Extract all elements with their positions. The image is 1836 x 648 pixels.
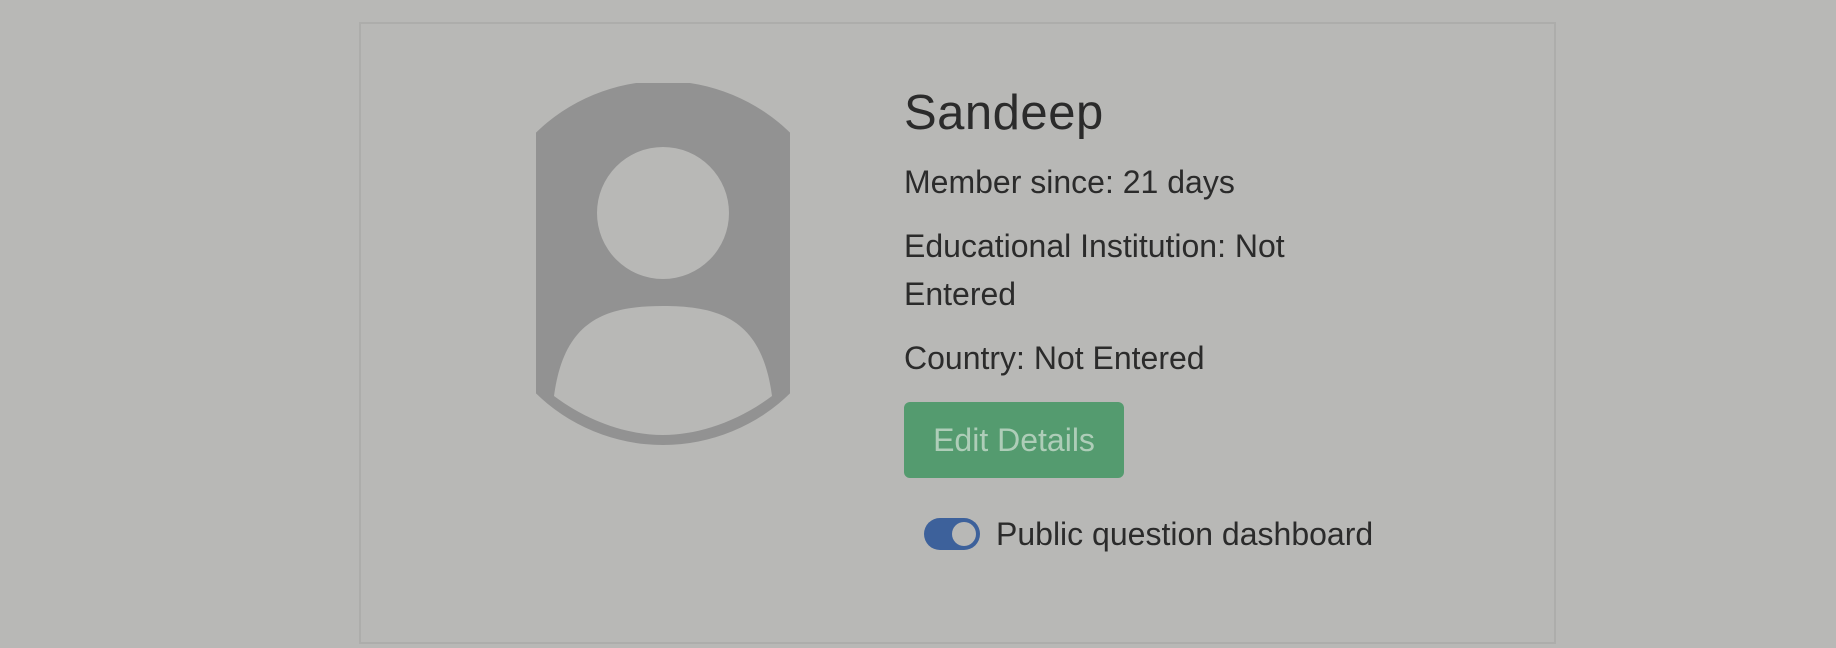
country-text: Country: Not Entered	[904, 340, 1205, 376]
public-dashboard-toggle-row: Public question dashboard	[924, 514, 1424, 554]
public-dashboard-toggle[interactable]	[924, 518, 980, 550]
public-dashboard-label: Public question dashboard	[996, 516, 1374, 552]
member-since-text: Member since: 21 days	[904, 164, 1235, 200]
profile-name: Sandeep	[904, 86, 1104, 140]
education-text: Educational Institution: Not Entered	[904, 228, 1285, 312]
edit-details-button[interactable]: Edit Details	[904, 402, 1124, 478]
profile-info: Sandeep Member since: 21 days Educationa…	[904, 82, 1424, 554]
user-silhouette-icon	[536, 83, 790, 445]
avatar	[536, 83, 790, 445]
toggle-knob	[952, 522, 976, 546]
